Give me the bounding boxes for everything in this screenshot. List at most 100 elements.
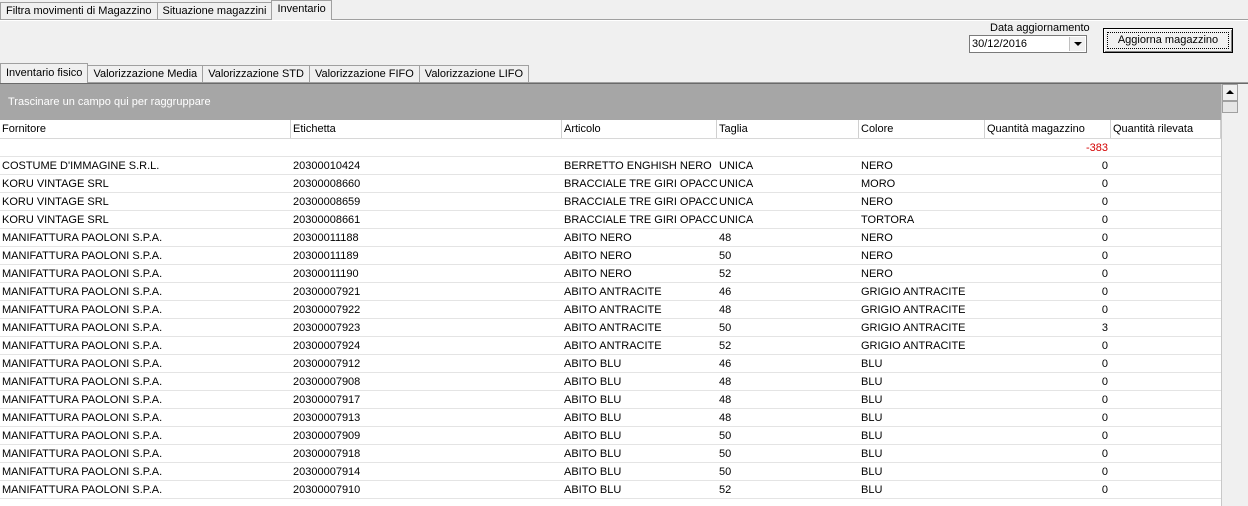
table-row[interactable]: MANIFATTURA PAOLONI S.P.A. 20300011188 ABI… <box>0 229 1221 247</box>
cell-taglia[interactable]: 48 <box>717 409 859 427</box>
column-header-colore[interactable]: Colore <box>859 120 985 138</box>
cell-fornitore[interactable]: MANIFATTURA PAOLONI S.P.A. <box>0 337 291 355</box>
cell-colore[interactable]: NERO <box>859 157 985 175</box>
table-row[interactable]: MANIFATTURA PAOLONI S.P.A. 20300007921 ABI… <box>0 283 1221 301</box>
cell-colore[interactable]: NERO <box>859 265 985 283</box>
cell-colore[interactable]: GRIGIO ANTRACITE <box>859 301 985 319</box>
cell-taglia[interactable]: 48 <box>717 229 859 247</box>
cell-articolo[interactable]: BRACCIALE TRE GIRI OPACO <box>562 193 717 211</box>
cell-quantita-rilevata[interactable] <box>1111 481 1221 499</box>
cell-taglia[interactable]: 46 <box>717 283 859 301</box>
cell-articolo[interactable]: ABITO BLU <box>562 427 717 445</box>
tab-valorizzazione-media[interactable]: Valorizzazione Media <box>87 65 204 82</box>
cell-quantita-magazzino[interactable]: 0 <box>985 211 1111 229</box>
table-row[interactable]: MANIFATTURA PAOLONI S.P.A. 20300007917 ABI… <box>0 391 1221 409</box>
cell-articolo[interactable]: ABITO BLU <box>562 463 717 481</box>
cell-articolo[interactable]: BERRETTO ENGHISH NERO <box>562 157 717 175</box>
cell-quantita-magazzino[interactable]: 0 <box>985 481 1111 499</box>
cell-etichetta[interactable]: 20300008660 <box>291 175 562 193</box>
cell-colore[interactable]: BLU <box>859 481 985 499</box>
table-row[interactable]: MANIFATTURA PAOLONI S.P.A. 20300007923 ABI… <box>0 319 1221 337</box>
cell-taglia[interactable]: 50 <box>717 445 859 463</box>
cell-articolo[interactable]: ABITO BLU <box>562 355 717 373</box>
cell-quantita-magazzino[interactable]: 0 <box>985 283 1111 301</box>
cell-colore[interactable]: NERO <box>859 193 985 211</box>
cell-taglia[interactable]: UNICA <box>717 211 859 229</box>
cell-etichetta[interactable]: 20300008659 <box>291 193 562 211</box>
cell-fornitore[interactable]: MANIFATTURA PAOLONI S.P.A. <box>0 301 291 319</box>
cell-quantita-magazzino[interactable]: 0 <box>985 247 1111 265</box>
cell-taglia[interactable]: 52 <box>717 337 859 355</box>
cell-taglia[interactable]: 52 <box>717 481 859 499</box>
cell-quantita-magazzino[interactable]: 0 <box>985 229 1111 247</box>
cell-quantita-rilevata[interactable] <box>1111 355 1221 373</box>
cell-fornitore[interactable]: KORU VINTAGE SRL <box>0 211 291 229</box>
cell-colore[interactable]: BLU <box>859 391 985 409</box>
cell-fornitore[interactable]: MANIFATTURA PAOLONI S.P.A. <box>0 427 291 445</box>
cell-etichetta[interactable]: 20300008661 <box>291 211 562 229</box>
cell-etichetta[interactable]: 20300007917 <box>291 391 562 409</box>
tab-valorizzazione-std[interactable]: Valorizzazione STD <box>202 65 310 82</box>
cell-quantita-rilevata[interactable] <box>1111 391 1221 409</box>
table-row[interactable]: MANIFATTURA PAOLONI S.P.A. 20300007910 ABI… <box>0 481 1221 499</box>
cell-etichetta[interactable]: 20300007913 <box>291 409 562 427</box>
cell-etichetta[interactable]: 20300007924 <box>291 337 562 355</box>
cell-taglia[interactable]: 52 <box>717 265 859 283</box>
cell-fornitore[interactable]: MANIFATTURA PAOLONI S.P.A. <box>0 409 291 427</box>
column-header-quantita-magazzino[interactable]: Quantità magazzino <box>985 120 1111 138</box>
inventory-grid[interactable]: Trascinare un campo qui per raggruppare … <box>0 84 1221 506</box>
column-header-etichetta[interactable]: Etichetta <box>291 120 562 138</box>
cell-quantita-rilevata[interactable] <box>1111 409 1221 427</box>
cell-etichetta[interactable]: 20300007910 <box>291 481 562 499</box>
tab-inventario-fisico[interactable]: Inventario fisico <box>0 63 89 83</box>
cell-articolo[interactable]: ABITO ANTRACITE <box>562 319 717 337</box>
cell-etichetta[interactable]: 20300011189 <box>291 247 562 265</box>
cell-quantita-rilevata[interactable] <box>1111 301 1221 319</box>
table-row[interactable]: MANIFATTURA PAOLONI S.P.A. 20300007913 ABI… <box>0 409 1221 427</box>
cell-quantita-magazzino[interactable]: 0 <box>985 301 1111 319</box>
cell-quantita-magazzino[interactable]: 0 <box>985 175 1111 193</box>
cell-articolo[interactable]: BRACCIALE TRE GIRI OPACO <box>562 175 717 193</box>
cell-etichetta[interactable]: 20300007909 <box>291 427 562 445</box>
cell-fornitore[interactable]: KORU VINTAGE SRL <box>0 175 291 193</box>
cell-fornitore[interactable]: MANIFATTURA PAOLONI S.P.A. <box>0 391 291 409</box>
table-row[interactable]: MANIFATTURA PAOLONI S.P.A. 20300007908 ABI… <box>0 373 1221 391</box>
cell-quantita-rilevata[interactable] <box>1111 247 1221 265</box>
cell-quantita-rilevata[interactable] <box>1111 319 1221 337</box>
cell-fornitore[interactable]: MANIFATTURA PAOLONI S.P.A. <box>0 229 291 247</box>
tab-inventario[interactable]: Inventario <box>271 0 332 20</box>
group-by-panel[interactable]: Trascinare un campo qui per raggruppare <box>0 84 1221 120</box>
update-warehouse-button[interactable]: Aggiorna magazzino <box>1103 28 1233 53</box>
cell-quantita-rilevata[interactable] <box>1111 175 1221 193</box>
table-row[interactable]: MANIFATTURA PAOLONI S.P.A. 20300007912 ABI… <box>0 355 1221 373</box>
cell-taglia[interactable]: UNICA <box>717 193 859 211</box>
cell-colore[interactable]: MORO <box>859 175 985 193</box>
cell-quantita-magazzino[interactable]: 0 <box>985 265 1111 283</box>
cell-quantita-rilevata[interactable] <box>1111 265 1221 283</box>
cell-quantita-magazzino[interactable]: 0 <box>985 391 1111 409</box>
vertical-scrollbar[interactable] <box>1221 84 1238 506</box>
date-update-picker[interactable]: 30/12/2016 <box>969 35 1087 53</box>
cell-fornitore[interactable]: KORU VINTAGE SRL <box>0 193 291 211</box>
cell-quantita-magazzino[interactable]: 0 <box>985 409 1111 427</box>
cell-articolo[interactable]: ABITO BLU <box>562 391 717 409</box>
cell-etichetta[interactable]: 20300010424 <box>291 157 562 175</box>
cell-colore[interactable]: GRIGIO ANTRACITE <box>859 319 985 337</box>
cell-articolo[interactable]: ABITO BLU <box>562 481 717 499</box>
cell-articolo[interactable]: ABITO NERO <box>562 229 717 247</box>
cell-fornitore[interactable]: MANIFATTURA PAOLONI S.P.A. <box>0 355 291 373</box>
cell-taglia[interactable]: 50 <box>717 247 859 265</box>
cell-quantita-magazzino[interactable]: 0 <box>985 373 1111 391</box>
cell-articolo[interactable]: ABITO BLU <box>562 445 717 463</box>
cell-quantita-rilevata[interactable] <box>1111 463 1221 481</box>
cell-etichetta[interactable]: 20300011188 <box>291 229 562 247</box>
scrollbar-thumb[interactable] <box>1222 101 1238 113</box>
cell-etichetta[interactable]: 20300007921 <box>291 283 562 301</box>
cell-quantita-rilevata[interactable] <box>1111 427 1221 445</box>
cell-quantita-magazzino[interactable]: 0 <box>985 193 1111 211</box>
cell-fornitore[interactable]: MANIFATTURA PAOLONI S.P.A. <box>0 247 291 265</box>
table-row[interactable]: MANIFATTURA PAOLONI S.P.A. 20300007924 ABI… <box>0 337 1221 355</box>
cell-colore[interactable]: GRIGIO ANTRACITE <box>859 283 985 301</box>
cell-quantita-magazzino[interactable]: 0 <box>985 157 1111 175</box>
cell-colore[interactable]: GRIGIO ANTRACITE <box>859 337 985 355</box>
